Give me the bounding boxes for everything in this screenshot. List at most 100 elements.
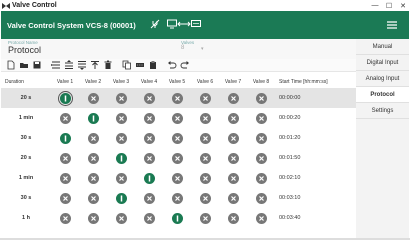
valve-closed-icon[interactable] xyxy=(255,112,267,124)
valve-closed-icon[interactable] xyxy=(143,212,155,224)
valve-closed-icon[interactable] xyxy=(227,172,239,184)
valve-closed-icon[interactable] xyxy=(115,132,127,144)
insert-below-icon[interactable] xyxy=(76,60,87,70)
valve-closed-icon[interactable] xyxy=(115,172,127,184)
duration-cell[interactable]: 30 s xyxy=(1,135,51,141)
valve-closed-icon[interactable] xyxy=(115,92,127,104)
valve-closed-icon[interactable] xyxy=(171,132,183,144)
valve-closed-icon[interactable] xyxy=(227,212,239,224)
valve-closed-icon[interactable] xyxy=(227,192,239,204)
delete-icon[interactable] xyxy=(102,60,113,70)
sidebar-item-digital-input[interactable]: Digital Input xyxy=(356,55,409,71)
valve-closed-icon[interactable] xyxy=(87,92,99,104)
valve-open-icon[interactable] xyxy=(171,212,183,224)
valve-closed-icon[interactable] xyxy=(255,172,267,184)
valve-closed-icon[interactable] xyxy=(143,152,155,164)
valve-closed-icon[interactable] xyxy=(59,212,71,224)
valve-closed-icon[interactable] xyxy=(115,112,127,124)
valve-closed-icon[interactable] xyxy=(255,212,267,224)
valve-closed-icon[interactable] xyxy=(171,192,183,204)
copy-icon[interactable] xyxy=(121,60,132,70)
new-file-icon[interactable] xyxy=(5,60,16,70)
valve-cell xyxy=(219,212,247,224)
sidebar-item-manual[interactable]: Manual xyxy=(356,39,409,55)
valve-closed-icon[interactable] xyxy=(115,212,127,224)
save-icon[interactable] xyxy=(31,60,42,70)
valve-open-icon[interactable] xyxy=(115,192,127,204)
valve-closed-icon[interactable] xyxy=(255,152,267,164)
valve-cell xyxy=(79,172,107,184)
valve-closed-icon[interactable] xyxy=(87,192,99,204)
valve-closed-icon[interactable] xyxy=(59,192,71,204)
valve-closed-icon[interactable] xyxy=(199,92,211,104)
valve-closed-icon[interactable] xyxy=(87,172,99,184)
valve-closed-icon[interactable] xyxy=(59,152,71,164)
table-row[interactable]: 30 s 00:01:20 xyxy=(1,128,356,148)
valve-closed-icon[interactable] xyxy=(59,172,71,184)
valve-closed-icon[interactable] xyxy=(255,92,267,104)
duration-cell[interactable]: 1 min xyxy=(1,115,51,121)
valve-closed-icon[interactable] xyxy=(199,212,211,224)
valve-open-icon[interactable] xyxy=(115,152,127,164)
valve-closed-icon[interactable] xyxy=(199,172,211,184)
valve-closed-icon[interactable] xyxy=(227,152,239,164)
undo-icon[interactable] xyxy=(166,60,177,70)
valve-closed-icon[interactable] xyxy=(87,132,99,144)
protocol-name-input[interactable]: Protocol xyxy=(8,45,41,55)
usb-disconnected-icon[interactable] xyxy=(150,16,160,34)
valve-closed-icon[interactable] xyxy=(143,192,155,204)
valve-closed-icon[interactable] xyxy=(143,132,155,144)
valve-open-icon[interactable] xyxy=(87,112,99,124)
close-button[interactable]: ✕ xyxy=(396,2,410,10)
valve-open-icon[interactable] xyxy=(57,90,73,106)
valve-closed-icon[interactable] xyxy=(171,172,183,184)
valve-closed-icon[interactable] xyxy=(143,112,155,124)
open-folder-icon[interactable] xyxy=(18,60,29,70)
table-row[interactable]: 20 s 00:00:00 xyxy=(1,88,356,108)
valve-closed-icon[interactable] xyxy=(171,112,183,124)
sidebar-item-protocol[interactable]: Protocol xyxy=(356,87,409,103)
sidebar-item-analog-input[interactable]: Analog Input xyxy=(356,71,409,87)
valve-closed-icon[interactable] xyxy=(255,132,267,144)
move-up-icon[interactable] xyxy=(89,60,100,70)
table-row[interactable]: 30 s 00:03:10 xyxy=(1,188,356,208)
valve-closed-icon[interactable] xyxy=(59,112,71,124)
paste-icon[interactable] xyxy=(147,60,158,70)
valve-closed-icon[interactable] xyxy=(199,192,211,204)
sidebar-item-settings[interactable]: Settings xyxy=(356,103,409,119)
valves-select[interactable]: 8 xyxy=(181,45,184,51)
valve-closed-icon[interactable] xyxy=(227,132,239,144)
insert-above-icon[interactable] xyxy=(63,60,74,70)
valve-closed-icon[interactable] xyxy=(171,92,183,104)
valve-closed-icon[interactable] xyxy=(199,132,211,144)
table-row[interactable]: 1 min 00:00:20 xyxy=(1,108,356,128)
valve-closed-icon[interactable] xyxy=(199,112,211,124)
valve-closed-icon[interactable] xyxy=(255,192,267,204)
hamburger-menu-icon[interactable] xyxy=(387,16,397,34)
table-row[interactable]: 1 h 00:03:40 xyxy=(1,208,356,228)
table-row[interactable]: 1 min 00:02:10 xyxy=(1,168,356,188)
redo-icon[interactable] xyxy=(179,60,190,70)
duration-cell[interactable]: 20 s xyxy=(1,155,51,161)
duration-cell[interactable]: 1 min xyxy=(1,175,51,181)
valve-open-icon[interactable] xyxy=(59,132,71,144)
valve-closed-icon[interactable] xyxy=(87,212,99,224)
valve-closed-icon[interactable] xyxy=(199,152,211,164)
maximize-button[interactable]: ☐ xyxy=(382,2,396,10)
valve-closed-icon[interactable] xyxy=(143,92,155,104)
monitor-connection-icon[interactable] xyxy=(166,16,201,34)
window-titlebar: Valve Control — ☐ ✕ xyxy=(0,0,410,11)
valve-open-icon[interactable] xyxy=(143,172,155,184)
valve-5-header: Valve 5 xyxy=(168,78,186,85)
insert-row-icon[interactable] xyxy=(50,60,61,70)
valve-closed-icon[interactable] xyxy=(171,152,183,164)
duration-cell[interactable]: 20 s xyxy=(1,95,51,101)
valve-closed-icon[interactable] xyxy=(227,112,239,124)
valve-closed-icon[interactable] xyxy=(227,92,239,104)
minimize-button[interactable]: — xyxy=(368,2,382,10)
duration-cell[interactable]: 1 h xyxy=(1,215,51,221)
duration-cell[interactable]: 30 s xyxy=(1,195,51,201)
valve-closed-icon[interactable] xyxy=(87,152,99,164)
table-row[interactable]: 20 s 00:01:50 xyxy=(1,148,356,168)
cut-icon[interactable] xyxy=(134,60,145,70)
